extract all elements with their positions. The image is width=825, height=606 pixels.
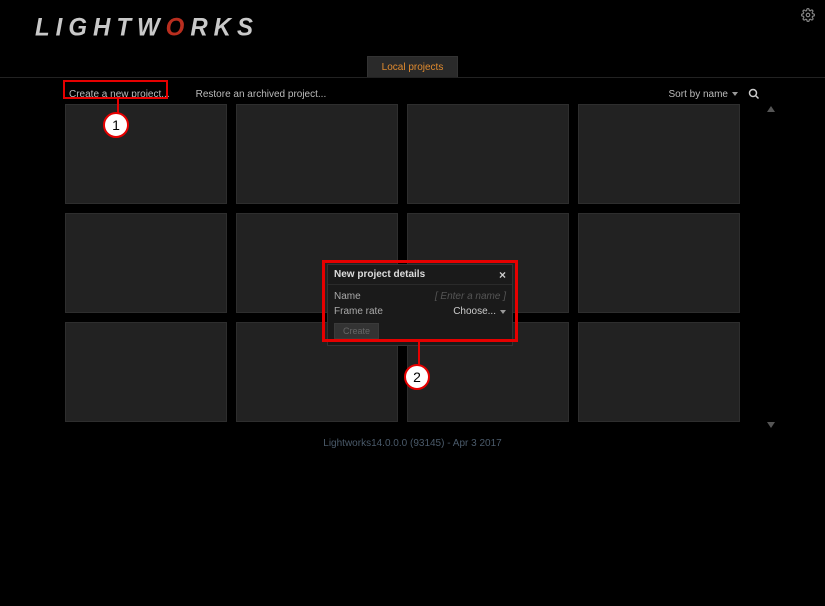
create-project-link[interactable]: Create a new project...: [65, 87, 174, 102]
project-grid: [65, 104, 755, 422]
project-slot[interactable]: [578, 104, 740, 204]
app-logo: LIGHTWORKS: [35, 13, 259, 42]
project-slot[interactable]: [578, 322, 740, 422]
dialog-title-text: New project details: [334, 269, 425, 280]
project-slot[interactable]: [65, 322, 227, 422]
search-icon[interactable]: [748, 88, 760, 100]
version-footer: Lightworks14.0.0.0 (93145) - Apr 3 2017: [0, 438, 825, 449]
project-slot[interactable]: [236, 104, 398, 204]
dialog-titlebar: New project details ×: [328, 265, 512, 285]
name-label: Name: [334, 291, 361, 302]
tab-local-projects[interactable]: Local projects: [367, 56, 459, 77]
chevron-down-icon: [732, 92, 738, 96]
project-slot[interactable]: [407, 104, 569, 204]
scroll-down-icon[interactable]: [766, 420, 776, 430]
scroll-up-icon[interactable]: [766, 104, 776, 114]
project-slot[interactable]: [65, 104, 227, 204]
sort-dropdown[interactable]: Sort by name: [669, 89, 738, 100]
new-project-dialog: New project details × Name [ Enter a nam…: [327, 264, 513, 346]
close-icon[interactable]: ×: [499, 270, 506, 280]
create-button[interactable]: Create: [334, 323, 379, 339]
project-slot[interactable]: [578, 213, 740, 313]
framerate-label: Frame rate: [334, 306, 383, 317]
framerate-dropdown[interactable]: Choose...: [453, 306, 506, 317]
project-slot[interactable]: [65, 213, 227, 313]
name-input[interactable]: [ Enter a name ]: [435, 291, 506, 302]
sort-label: Sort by name: [669, 89, 728, 100]
chevron-down-icon: [500, 310, 506, 314]
settings-icon[interactable]: [801, 8, 815, 22]
tab-bar: Local projects: [0, 56, 825, 78]
restore-project-link[interactable]: Restore an archived project...: [192, 87, 331, 102]
project-toolbar: Create a new project... Restore an archi…: [65, 84, 760, 104]
